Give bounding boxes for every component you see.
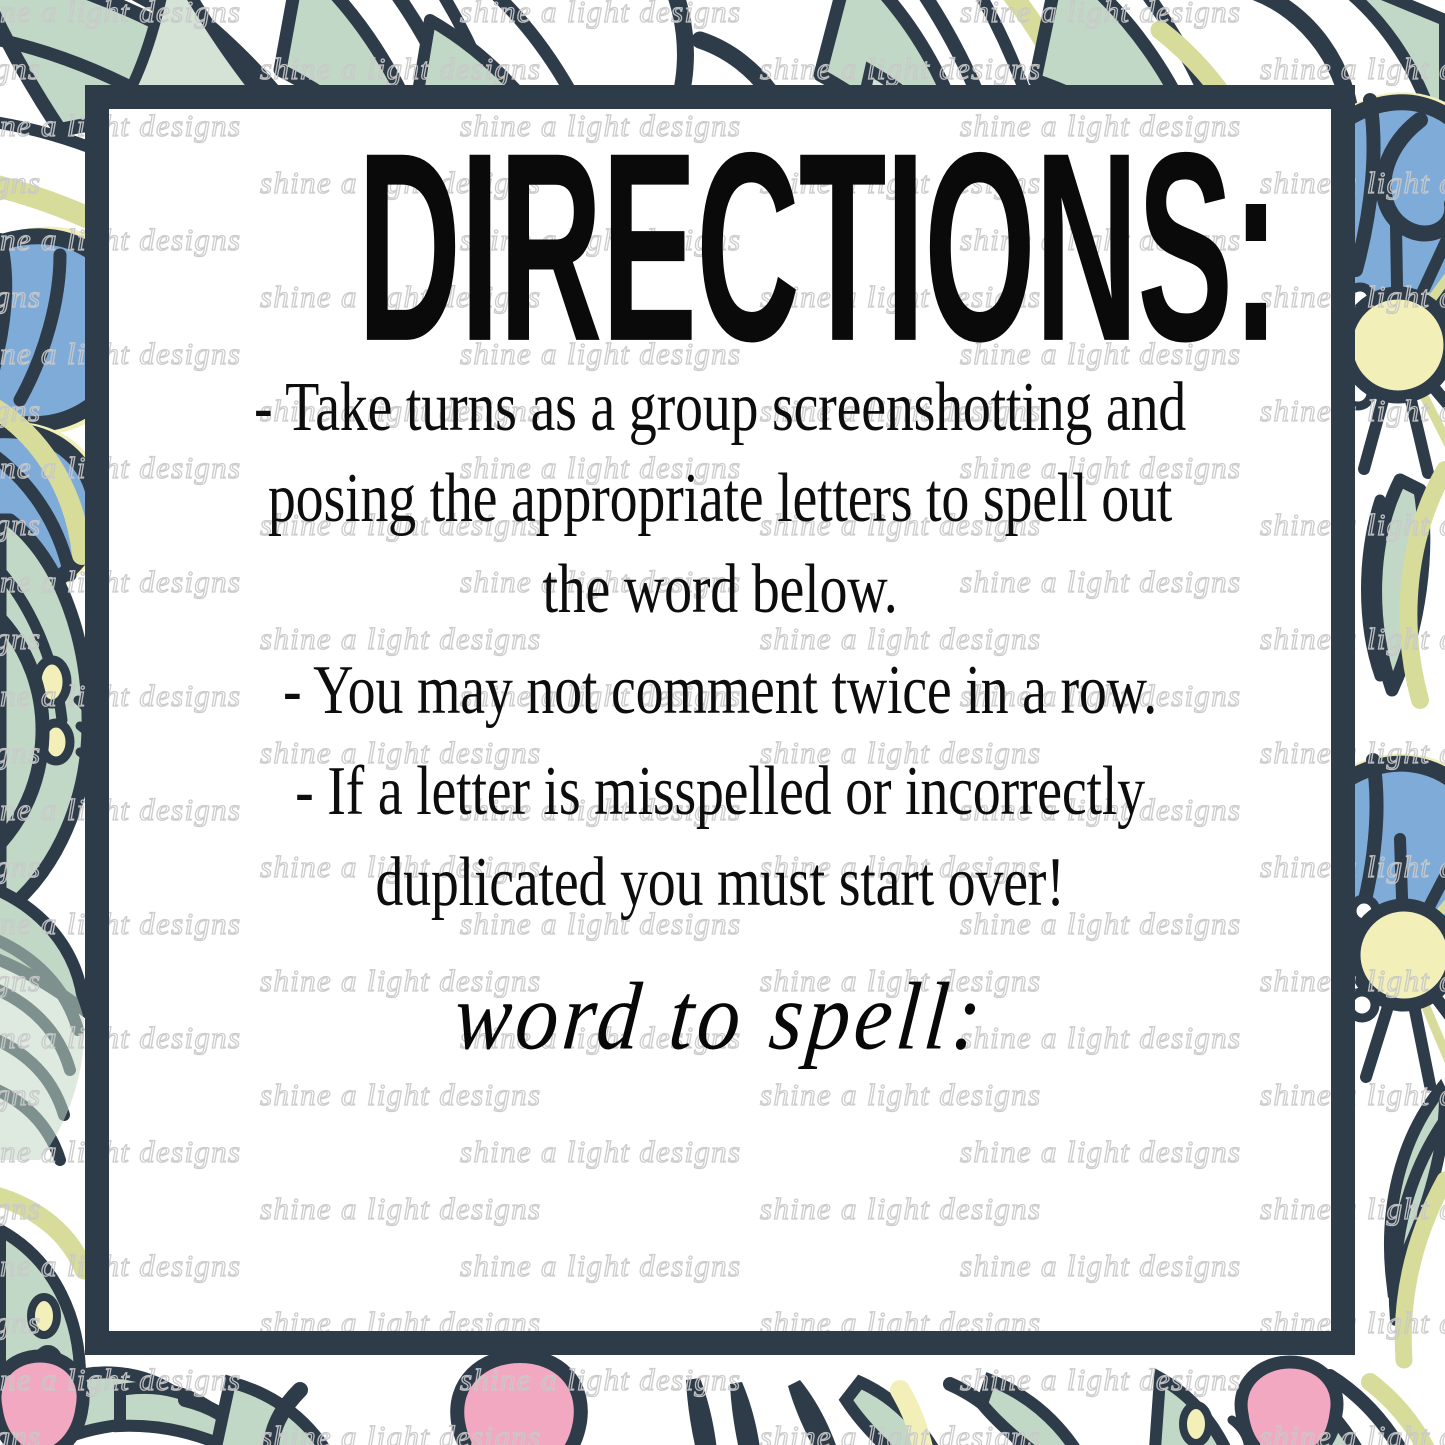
instruction-line: - You may not comment twice in a row.	[282, 652, 1158, 730]
pink-flower	[450, 1349, 588, 1445]
instruction-line: duplicated you must start over!	[375, 844, 1065, 922]
pink-bud-left	[0, 1349, 90, 1445]
instruction-line: posing the appropriate letters to spell …	[267, 460, 1173, 538]
instruction-line: - Take turns as a group screenshotting a…	[253, 369, 1187, 447]
pink-flower-right	[1234, 1355, 1344, 1445]
word-to-spell-label: word to spell:	[449, 962, 991, 1071]
instruction-line: the word below.	[542, 551, 898, 629]
page-title: DIRECTIONS:	[357, 97, 1280, 398]
instructions-block: - Take turns as a group screenshotting a…	[135, 362, 1305, 928]
card-content: DIRECTIONS: - Take turns as a group scre…	[109, 109, 1331, 1331]
instruction-line: - If a letter is misspelled or incorrect…	[295, 753, 1145, 831]
directions-card: shine a light designsshine a light desig…	[0, 0, 1445, 1445]
